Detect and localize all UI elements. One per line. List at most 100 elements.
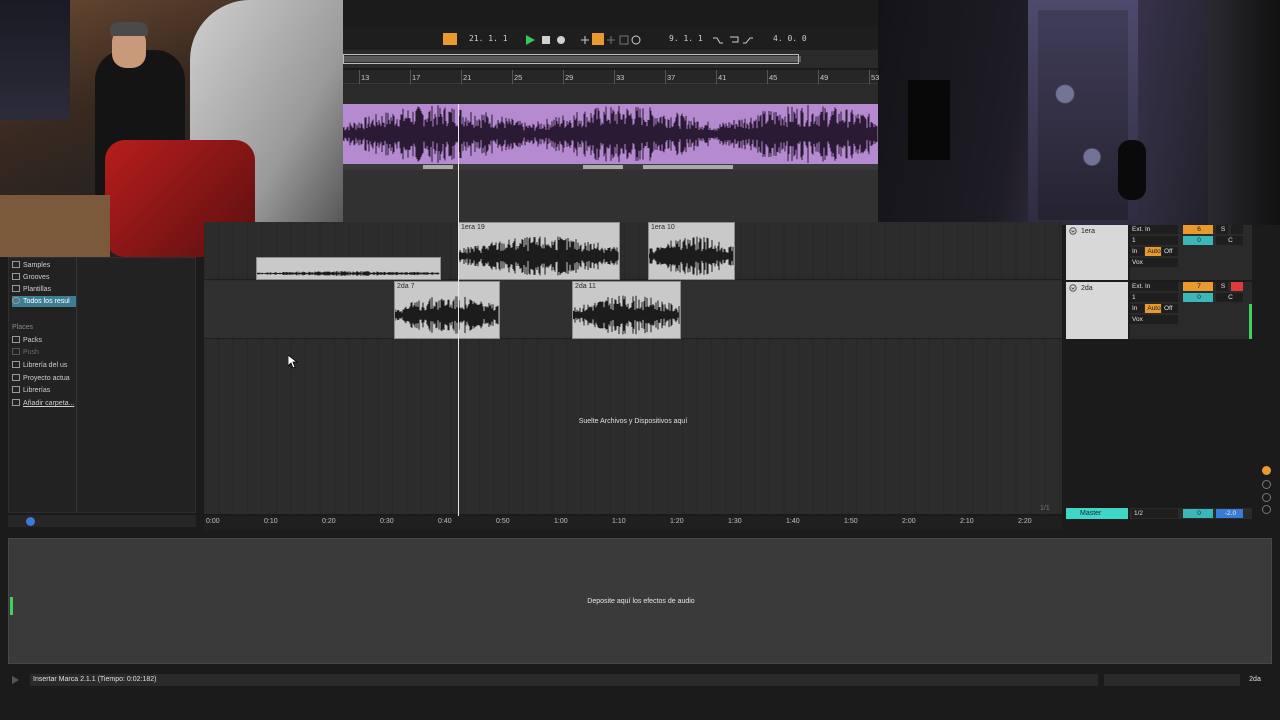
overview-viewport[interactable] (343, 54, 799, 64)
time-label: 0:20 (322, 518, 336, 525)
master-volume[interactable]: 0 (1183, 509, 1213, 518)
song-position[interactable]: 21. 1. 1 (469, 32, 511, 46)
track-activator[interactable]: 7 (1183, 282, 1213, 291)
level-meter (1249, 304, 1252, 339)
browser-item-packs[interactable]: Packs (12, 335, 76, 346)
ruler-bar-label: 53 (871, 73, 880, 82)
input-channel-select[interactable]: 1 (1130, 236, 1178, 245)
user-library-icon (12, 361, 20, 368)
output-select[interactable]: Vox (1130, 258, 1178, 267)
audio-clip-2da-11[interactable]: 2da 11 (572, 281, 681, 339)
preview-icon[interactable] (26, 517, 35, 526)
browser-item-samples[interactable]: Samples (12, 260, 76, 271)
browser-item-plantillas[interactable]: Plantillas (12, 284, 76, 295)
add-folder-button[interactable]: Añadir carpeta... (12, 398, 76, 409)
webcam-left (0, 0, 343, 257)
track-lane-2da[interactable]: 2da 7 2da 11 (204, 281, 1062, 339)
loop-switch-button[interactable] (728, 33, 740, 45)
ruler-tick (359, 70, 360, 84)
track-header-2da[interactable]: 2da (1066, 282, 1128, 339)
master-output-select[interactable]: 1/2 (1132, 509, 1178, 518)
output-select[interactable]: Vox (1130, 315, 1178, 324)
ruler-tick (512, 70, 513, 84)
clip-title: 1era 10 (651, 224, 675, 231)
solo-button[interactable]: S (1216, 225, 1228, 234)
automation-arm-button[interactable] (592, 33, 604, 45)
monitor-in-button[interactable]: In (1130, 304, 1144, 313)
audio-clip-2da-7[interactable]: 2da 7 (394, 281, 500, 339)
pan-field[interactable]: C (1216, 293, 1243, 302)
ruler-tick (767, 70, 768, 84)
io-toggle-icon[interactable] (1262, 466, 1271, 475)
monitor-auto-button[interactable]: Auto (1145, 304, 1161, 313)
browser-item-grooves[interactable]: Grooves (12, 272, 76, 283)
clip-scrollbar[interactable] (343, 164, 878, 170)
circle-icon (631, 35, 641, 45)
input-type-select[interactable]: Ext. In (1130, 225, 1178, 234)
overdub-button[interactable] (579, 33, 591, 45)
play-icon[interactable] (10, 675, 20, 685)
browser-sidebar: Samples Grooves Plantillas Todos los res… (9, 258, 77, 512)
track-header-1era[interactable]: 1era (1066, 225, 1128, 280)
time-label: 2:00 (902, 518, 916, 525)
volume-field[interactable]: 0 (1183, 293, 1213, 302)
track-activator[interactable]: 6 (1183, 225, 1213, 234)
templates-icon (12, 285, 20, 292)
volume-field[interactable]: 0 (1183, 236, 1213, 245)
track-lane-1era[interactable]: 1era 19 1era 10 (204, 222, 1062, 280)
arm-button[interactable] (1231, 225, 1243, 234)
page-indicator: 1/1 (1040, 505, 1050, 512)
track-name[interactable]: 1era (1081, 228, 1095, 235)
time-ruler[interactable]: 0:00 0:10 0:20 0:30 0:40 0:50 1:00 1:10 1:20 1:30… (204, 516, 1062, 530)
audio-clip-1era-19[interactable]: 1era 19 (458, 222, 620, 280)
play-button[interactable] (524, 33, 536, 45)
clip-title: 2da 7 (397, 283, 415, 290)
loop-record-button[interactable] (630, 33, 642, 45)
browser-item-push[interactable]: Push (12, 347, 76, 358)
pan-field[interactable]: C (1216, 236, 1243, 245)
selected-track-label: 2da (1249, 676, 1261, 683)
record-button[interactable] (555, 33, 567, 45)
input-channel-select[interactable]: 1 (1130, 293, 1178, 302)
device-view[interactable]: Deposite aquí los efectos de audio (8, 538, 1272, 664)
punch-in-button[interactable] (712, 33, 724, 45)
loop-start[interactable]: 9. 1. 1 (669, 32, 709, 46)
input-type-select[interactable]: Ext. In (1130, 282, 1178, 291)
solo-button[interactable]: S (1216, 282, 1228, 291)
fold-icon[interactable] (1069, 227, 1077, 235)
browser-item-user-library[interactable]: Librería del us (12, 360, 76, 371)
session-record-button[interactable] (618, 33, 630, 45)
follow-button[interactable] (443, 33, 457, 45)
browser-item-all-results[interactable]: Todos los resul (12, 296, 76, 307)
audio-clip-waveform[interactable] (342, 104, 878, 164)
loop-length[interactable]: 4. 0. 0 (773, 32, 813, 46)
fold-icon[interactable] (1069, 284, 1077, 292)
browser-panel: Samples Grooves Plantillas Todos los res… (8, 257, 196, 513)
returns-toggle-icon[interactable] (1262, 493, 1271, 502)
monitor-off-button[interactable]: Off (1162, 304, 1178, 313)
audio-clip[interactable] (256, 257, 441, 280)
folder-icon (12, 374, 20, 381)
monitor-off-button[interactable]: Off (1162, 247, 1178, 256)
clip-title: 1era 19 (461, 224, 485, 231)
draw-mode-button[interactable] (605, 33, 617, 45)
stop-button[interactable] (540, 33, 552, 45)
master-track-header[interactable]: Master (1066, 508, 1128, 519)
monitor-in-button[interactable]: In (1130, 247, 1144, 256)
audio-clip-1era-10[interactable]: 1era 10 (648, 222, 735, 280)
monitor-auto-button[interactable]: Auto (1145, 247, 1161, 256)
beat-ruler[interactable]: 13 17 21 25 29 33 37 41 45 49 53 (343, 70, 880, 84)
arrangement-view[interactable]: 1era 19 1era 10 2da 7 2da 11 Suelte Arch… (204, 222, 1062, 514)
push-icon (12, 348, 20, 355)
master-peak: -2.0 (1216, 509, 1243, 518)
punch-out-button[interactable] (742, 33, 754, 45)
browser-item-libraries[interactable]: Librerías (12, 385, 76, 396)
browser-item-current-project[interactable]: Proyecto actua (12, 373, 76, 384)
mixer-toggle-icon[interactable] (1262, 505, 1271, 514)
arrangement-overview[interactable] (343, 50, 878, 68)
track-name[interactable]: 2da (1081, 285, 1093, 292)
sends-toggle-icon[interactable] (1262, 480, 1271, 489)
loop-icon (730, 36, 739, 43)
arm-button[interactable] (1231, 282, 1243, 291)
ruler-bar-label: 49 (820, 73, 829, 82)
